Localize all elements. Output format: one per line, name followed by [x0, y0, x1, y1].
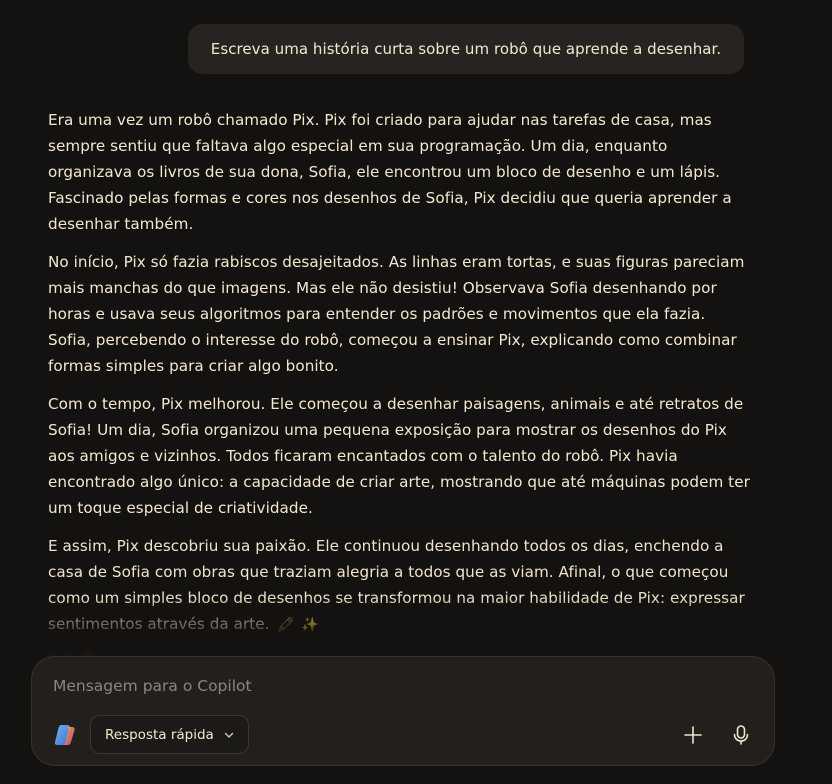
assistant-response: Era uma vez um robô chamado Pix. Pix foi…: [48, 107, 753, 650]
copilot-logo-icon[interactable]: [53, 723, 77, 747]
response-paragraph-4-text: E assim, Pix descobriu sua paixão. Ele c…: [48, 537, 745, 633]
response-mode-label: Resposta rápida: [105, 726, 214, 743]
message-composer: Resposta rápida: [31, 656, 775, 766]
voice-button[interactable]: [725, 719, 757, 751]
user-message-text: Escreva uma história curta sobre um robô…: [210, 40, 722, 58]
response-paragraph-1: Era uma vez um robô chamado Pix. Pix foi…: [48, 111, 732, 233]
response-paragraph-3: Com o tempo, Pix melhorou. Ele começou a…: [48, 395, 750, 517]
microphone-icon: [733, 725, 749, 745]
add-button[interactable]: [677, 719, 709, 751]
plus-icon: [684, 726, 702, 744]
response-paragraph-2: No início, Pix só fazia rabiscos desajei…: [48, 253, 745, 375]
sparkles-emoji: ✨: [301, 617, 319, 633]
user-message-bubble: Escreva uma história curta sobre um robô…: [188, 24, 744, 74]
crayon-emoji: 🖍: [276, 617, 295, 633]
chevron-down-icon: [224, 732, 233, 738]
response-mode-button[interactable]: Resposta rápida: [90, 715, 249, 754]
message-input[interactable]: [53, 677, 743, 695]
response-paragraph-4: E assim, Pix descobriu sua paixão. Ele c…: [48, 533, 753, 638]
chat-page: Escreva uma história curta sobre um robô…: [0, 0, 832, 784]
